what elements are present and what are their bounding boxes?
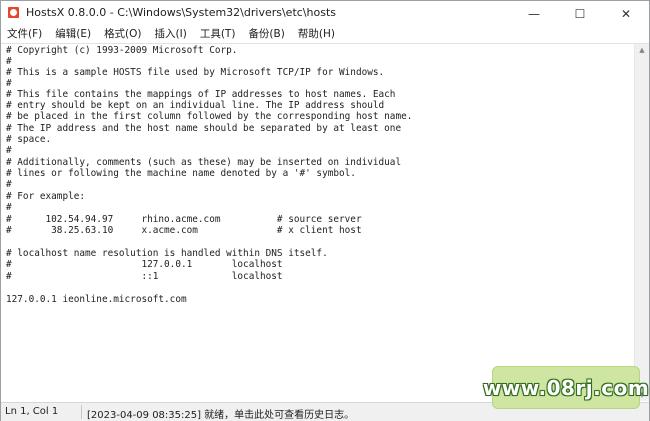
menu-edit[interactable]: 编辑(E)	[49, 26, 98, 43]
editor-line: # Copyright (c) 1993-2009 Microsoft Corp…	[6, 45, 238, 56]
title-bar[interactable]: HostsX 0.8.0.0 - C:\Windows\System32\dri…	[1, 1, 649, 26]
menu-format[interactable]: 格式(O)	[98, 26, 148, 43]
editor-line: #	[6, 145, 12, 156]
editor-line: 127.0.0.1 ieonline.microsoft.com	[6, 294, 187, 305]
maximize-button[interactable]: ☐	[557, 1, 603, 26]
editor-line: # 102.54.94.97 rhino.acme.com # source s…	[6, 214, 362, 225]
editor-line: #	[6, 179, 12, 190]
editor-line: #	[6, 78, 12, 89]
editor-line: # This file contains the mappings of IP …	[6, 89, 396, 100]
editor-line: # localhost name resolution is handled w…	[6, 248, 328, 259]
status-log-message[interactable]: [2023-04-09 08:35:25] 就绪，单击此处可查看历史日志。	[87, 406, 354, 421]
editor-line: #	[6, 202, 12, 213]
hosts-text-editor[interactable]: # Copyright (c) 1993-2009 Microsoft Corp…	[1, 44, 635, 401]
editor-line: # Additionally, comments (such as these)…	[6, 157, 402, 168]
menu-bar: 文件(F) 编辑(E) 格式(O) 插入(I) 工具(T) 备份(B) 帮助(H…	[1, 26, 649, 44]
editor-line: # entry should be kept on an individual …	[6, 100, 385, 111]
menu-file[interactable]: 文件(F)	[1, 26, 49, 43]
editor-line: # 38.25.63.10 x.acme.com # x client host	[6, 225, 362, 236]
editor-line: # For example:	[6, 191, 86, 202]
editor-line: # lines or following the machine name de…	[6, 168, 356, 179]
editor-line: # ::1 localhost	[6, 271, 283, 282]
site-watermark: www.08rj.com	[483, 366, 649, 409]
status-divider	[81, 405, 82, 419]
scroll-up-arrow-icon[interactable]: ▲	[635, 44, 649, 56]
vertical-scrollbar[interactable]: ▲ ▼	[634, 44, 649, 401]
window-title: HostsX 0.8.0.0 - C:\Windows\System32\dri…	[26, 6, 336, 19]
minimize-button[interactable]: —	[511, 1, 557, 26]
menu-tools[interactable]: 工具(T)	[194, 26, 243, 43]
editor-line: # be placed in the first column followed…	[6, 111, 413, 122]
hostsx-window: HostsX 0.8.0.0 - C:\Windows\System32\dri…	[0, 0, 650, 421]
editor-line: # The IP address and the host name shoul…	[6, 123, 402, 134]
menu-backup[interactable]: 备份(B)	[242, 26, 291, 43]
editor-line: # space.	[6, 134, 52, 145]
cursor-position: Ln 1, Col 1	[5, 406, 59, 417]
editor-line: #	[6, 56, 12, 67]
editor-line: # 127.0.0.1 localhost	[6, 259, 283, 270]
menu-insert[interactable]: 插入(I)	[149, 26, 194, 43]
app-icon	[8, 7, 19, 18]
menu-help[interactable]: 帮助(H)	[292, 26, 342, 43]
editor-line: # This is a sample HOSTS file used by Mi…	[6, 67, 385, 78]
watermark-text: www.08rj.com	[482, 375, 650, 400]
close-button[interactable]: ✕	[603, 1, 649, 26]
